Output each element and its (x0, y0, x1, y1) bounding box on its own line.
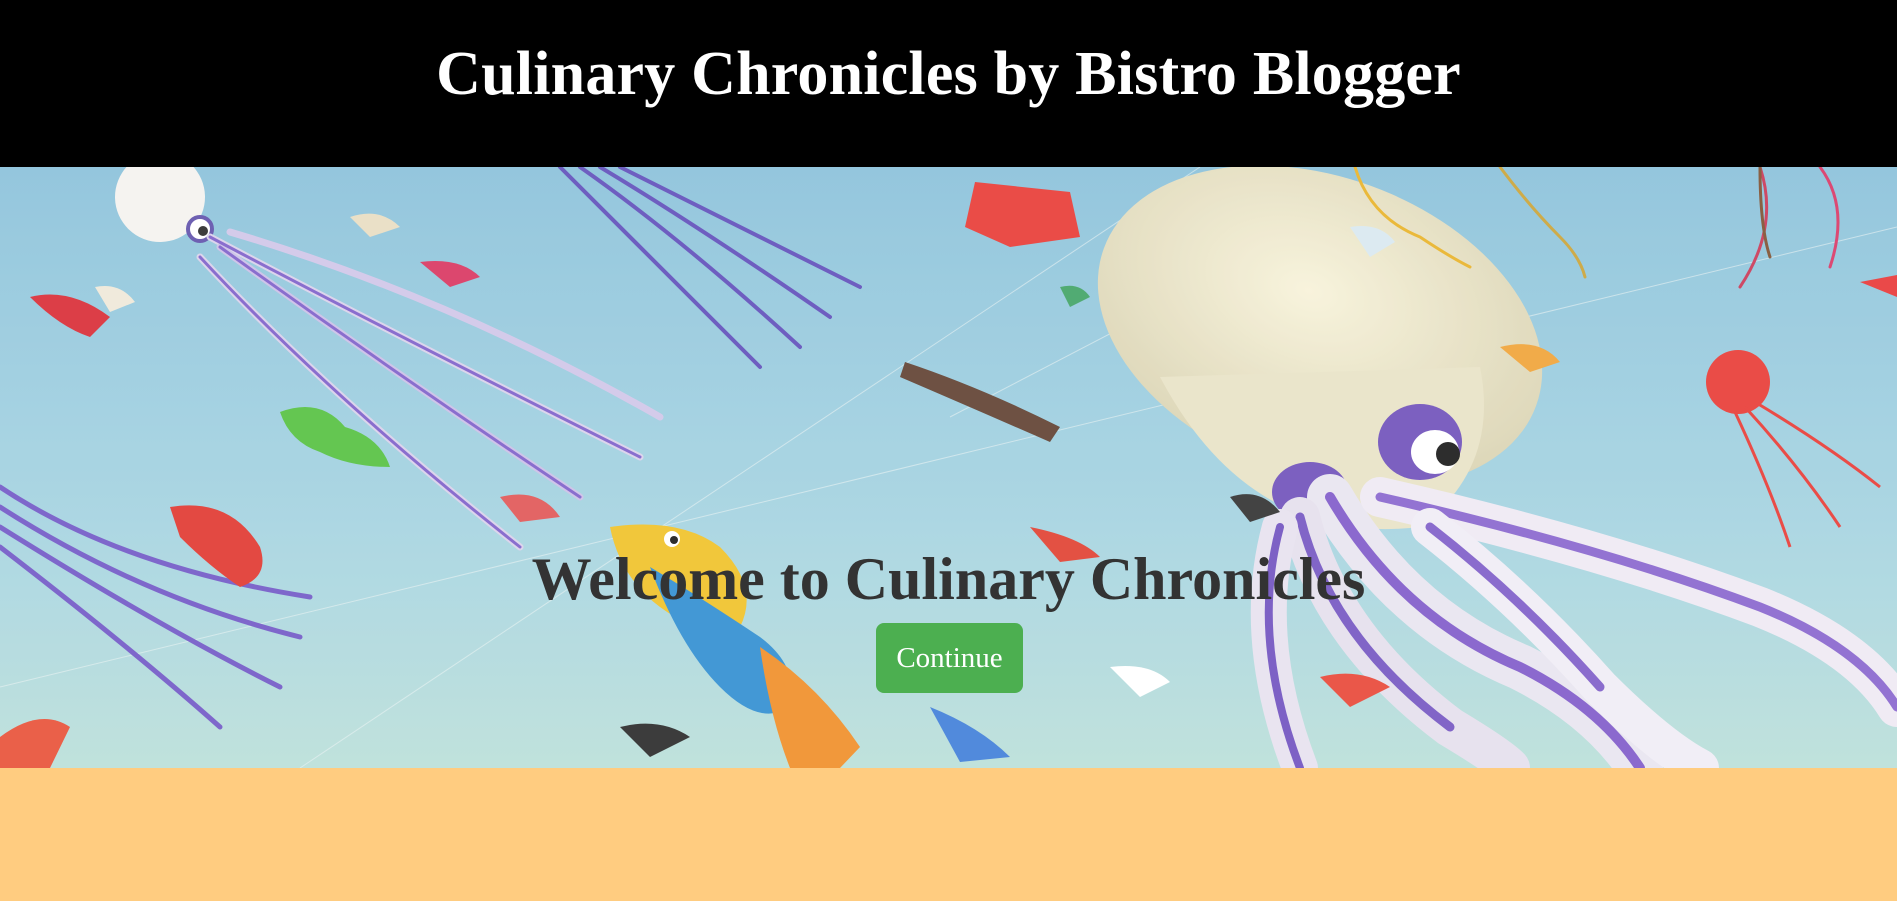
site-title: Culinary Chronicles by Bistro Blogger (436, 40, 1461, 108)
hero-content: Welcome to Culinary Chronicles Continue (0, 167, 1897, 768)
footer-band (0, 768, 1897, 901)
hero-title: Welcome to Culinary Chronicles (531, 546, 1366, 612)
hero-banner: Welcome to Culinary Chronicles Continue (0, 167, 1897, 768)
continue-button[interactable]: Continue (876, 623, 1023, 693)
site-header: Culinary Chronicles by Bistro Blogger (0, 0, 1897, 167)
